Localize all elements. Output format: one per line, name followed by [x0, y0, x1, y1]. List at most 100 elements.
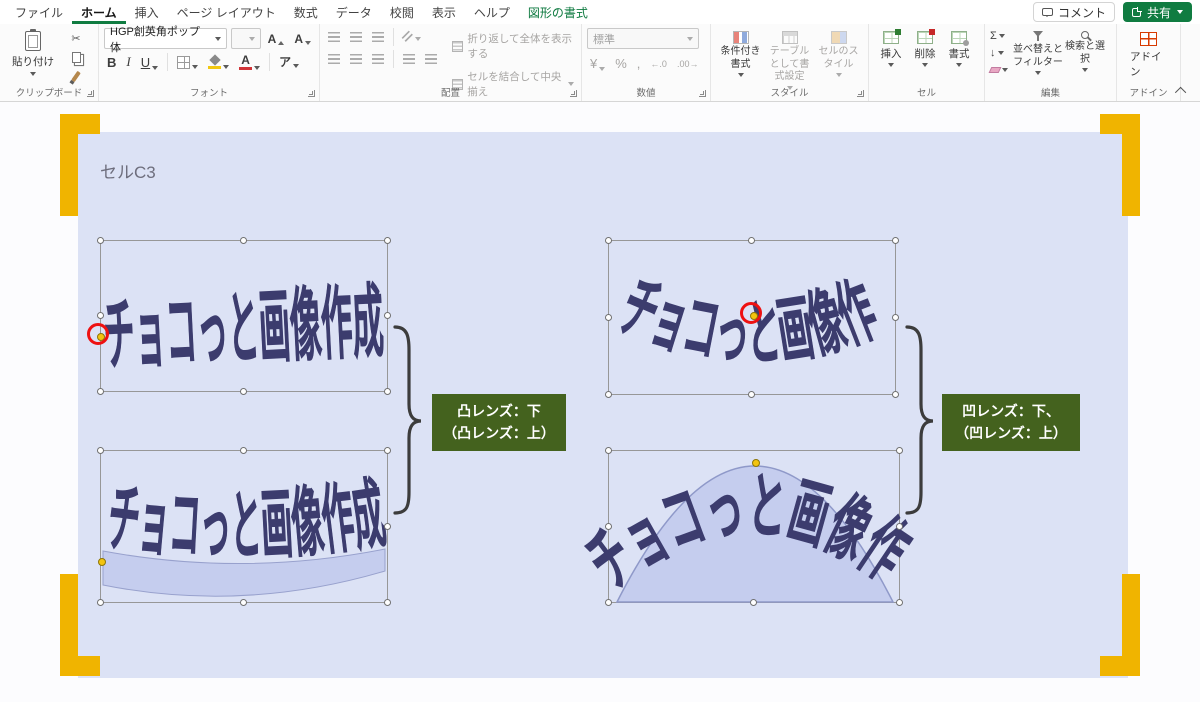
selection-handle[interactable]: [384, 388, 391, 395]
align-bottom-button[interactable]: [369, 31, 387, 43]
selection-handle[interactable]: [97, 388, 104, 395]
copy-button[interactable]: [67, 49, 85, 65]
callout-concave-label[interactable]: 凹レンズ：下、 （凹レンズ：上）: [942, 394, 1080, 451]
selection-handle[interactable]: [384, 312, 391, 319]
shape-adjust-handle[interactable]: [98, 558, 106, 566]
find-select-button[interactable]: 検索と選択: [1063, 28, 1107, 72]
paste-button[interactable]: 貼り付け: [5, 28, 61, 79]
selection-handle[interactable]: [97, 447, 104, 454]
tab-review[interactable]: 校閲: [381, 0, 423, 24]
delete-cells-button[interactable]: 削除: [908, 28, 942, 67]
fill-color-button[interactable]: [205, 53, 232, 70]
selection-handle[interactable]: [384, 599, 391, 606]
share-button[interactable]: 共有: [1122, 2, 1192, 22]
decrease-decimal-button[interactable]: .00→: [674, 58, 702, 70]
increase-indent-button[interactable]: [422, 53, 440, 65]
align-right-button[interactable]: [369, 53, 387, 65]
format-as-table-button[interactable]: テーブルとして書式設定: [765, 28, 814, 90]
selection-handle[interactable]: [605, 447, 612, 454]
wordart-concave-top[interactable]: チョコっと画像作成: [591, 177, 899, 398]
tab-view[interactable]: 表示: [423, 0, 465, 24]
increase-decimal-button[interactable]: ←.0: [647, 58, 670, 70]
selection-handle[interactable]: [605, 522, 612, 530]
font-size-combo[interactable]: [230, 28, 261, 49]
worksheet-canvas[interactable]: セルC3 チョコっと画像作成 チョコっと画像作成: [0, 102, 1200, 702]
phonetic-guide-button[interactable]: ア: [276, 55, 302, 69]
tab-data[interactable]: データ: [327, 0, 381, 24]
selection-handle[interactable]: [605, 599, 612, 606]
selection-handle[interactable]: [892, 313, 899, 321]
selection-handle[interactable]: [240, 388, 247, 395]
selection-handle[interactable]: [240, 447, 247, 454]
dialog-launcher-icon[interactable]: [87, 90, 94, 97]
dialog-launcher-icon[interactable]: [308, 90, 315, 97]
dialog-launcher-icon[interactable]: [699, 90, 706, 97]
tab-formulas[interactable]: 数式: [285, 0, 327, 24]
selection-handle[interactable]: [896, 522, 903, 530]
percent-button[interactable]: %: [612, 55, 630, 72]
shrink-font-button[interactable]: A: [291, 32, 314, 46]
bold-button[interactable]: B: [104, 54, 119, 71]
callout-convex-label[interactable]: 凸レンズ：下 （凸レンズ：上）: [432, 394, 566, 451]
wordart-dome-bottom[interactable]: チョコっと画像作成: [572, 387, 923, 606]
selection-handle[interactable]: [896, 599, 903, 606]
underline-button[interactable]: U: [138, 54, 161, 71]
selection-handle[interactable]: [384, 237, 391, 244]
selection-handle[interactable]: [384, 447, 391, 454]
tab-shape-format[interactable]: 図形の書式: [519, 0, 597, 24]
selection-handle[interactable]: [748, 391, 755, 398]
tab-page-layout[interactable]: ページ レイアウト: [168, 0, 285, 24]
tab-file[interactable]: ファイル: [6, 0, 72, 24]
cell-styles-button[interactable]: セルのスタイル: [814, 28, 863, 77]
selection-handle[interactable]: [97, 599, 104, 606]
wordart-plain-top[interactable]: チョコっと画像作成: [87, 237, 391, 395]
comma-style-button[interactable]: ,: [634, 55, 644, 72]
addins-button[interactable]: アドイン: [1122, 28, 1175, 79]
dialog-launcher-icon[interactable]: [857, 90, 864, 97]
tab-home[interactable]: ホーム: [72, 0, 126, 24]
selection-handle[interactable]: [605, 391, 612, 398]
wordart-convex-bottom[interactable]: チョコっと画像作成: [97, 447, 391, 606]
fill-button[interactable]: ↓: [990, 45, 1008, 60]
format-cells-button[interactable]: 書式: [942, 28, 976, 67]
decrease-indent-button[interactable]: [400, 53, 418, 65]
selection-handle[interactable]: [748, 237, 755, 244]
dialog-launcher-icon[interactable]: [570, 90, 577, 97]
selection-handle[interactable]: [892, 391, 899, 398]
selection-handle[interactable]: [97, 237, 104, 244]
font-name-combo[interactable]: HGP創英角ポップ体: [104, 26, 227, 54]
comments-button[interactable]: コメント: [1032, 2, 1115, 22]
selection-handle[interactable]: [384, 522, 391, 530]
conditional-formatting-button[interactable]: 条件付き書式: [716, 28, 765, 77]
tab-help[interactable]: ヘルプ: [465, 0, 519, 24]
format-painter-button[interactable]: [67, 68, 85, 84]
insert-cells-button[interactable]: 挿入: [874, 28, 908, 67]
tab-insert[interactable]: 挿入: [126, 0, 168, 24]
align-left-button[interactable]: [325, 53, 343, 65]
wrap-text-button[interactable]: 折り返して全体を表示する: [450, 30, 576, 62]
selection-handle[interactable]: [892, 237, 899, 244]
cut-button[interactable]: ✂: [67, 30, 85, 46]
grow-font-button[interactable]: A: [265, 32, 288, 46]
font-color-button[interactable]: A: [236, 53, 263, 71]
selection-handle[interactable]: [896, 447, 903, 454]
selection-handle[interactable]: [605, 237, 612, 244]
align-middle-button[interactable]: [347, 31, 365, 43]
clear-button[interactable]: [988, 62, 1008, 77]
wordart-plain-top-svg: チョコっと画像作成: [101, 277, 386, 381]
italic-button[interactable]: I: [123, 53, 133, 71]
shape-adjust-handle[interactable]: [752, 459, 760, 467]
borders-button[interactable]: [174, 55, 201, 70]
selection-handle[interactable]: [240, 237, 247, 244]
accounting-format-button[interactable]: ¥: [587, 55, 608, 72]
selection-handle[interactable]: [97, 312, 104, 319]
align-center-button[interactable]: [347, 53, 365, 65]
selection-handle[interactable]: [605, 313, 612, 321]
selection-handle[interactable]: [750, 599, 757, 606]
orientation-button[interactable]: [400, 30, 424, 44]
selection-handle[interactable]: [240, 599, 247, 606]
align-top-button[interactable]: [325, 31, 343, 43]
number-format-combo[interactable]: 標準: [587, 28, 699, 49]
sort-filter-button[interactable]: 並べ替えとフィルター: [1013, 28, 1063, 75]
autosum-button[interactable]: Σ: [990, 28, 1008, 43]
